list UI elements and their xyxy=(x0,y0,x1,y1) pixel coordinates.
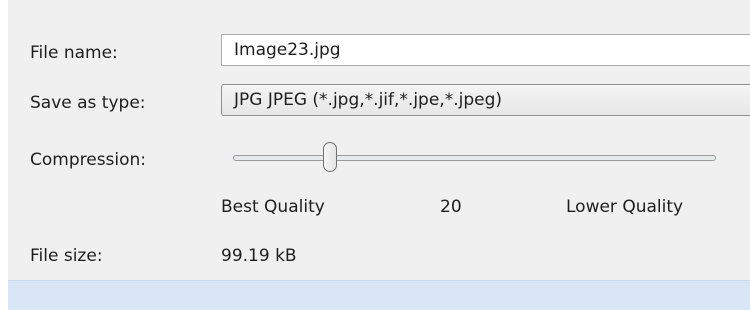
best-quality-label: Best Quality xyxy=(221,197,325,217)
dialog-footer-bar xyxy=(8,280,750,310)
compression-label: Compression: xyxy=(30,150,147,170)
file-size-value: 99.19 kB xyxy=(221,246,297,266)
file-name-input[interactable]: Image23.jpg xyxy=(221,34,750,66)
compression-slider-thumb[interactable] xyxy=(323,142,337,172)
compression-value: 20 xyxy=(440,197,462,217)
file-name-label: File name: xyxy=(30,43,118,63)
save-as-type-label: Save as type: xyxy=(30,93,146,113)
save-options-panel: File name: Image23.jpg Save as type: JPG… xyxy=(8,0,750,280)
save-as-type-select[interactable]: JPG JPEG (*.jpg,*.jif,*.jpe,*.jpeg) xyxy=(221,84,750,116)
compression-slider-track[interactable] xyxy=(233,155,716,161)
lower-quality-label: Lower Quality xyxy=(566,197,684,217)
file-size-label: File size: xyxy=(30,246,103,266)
